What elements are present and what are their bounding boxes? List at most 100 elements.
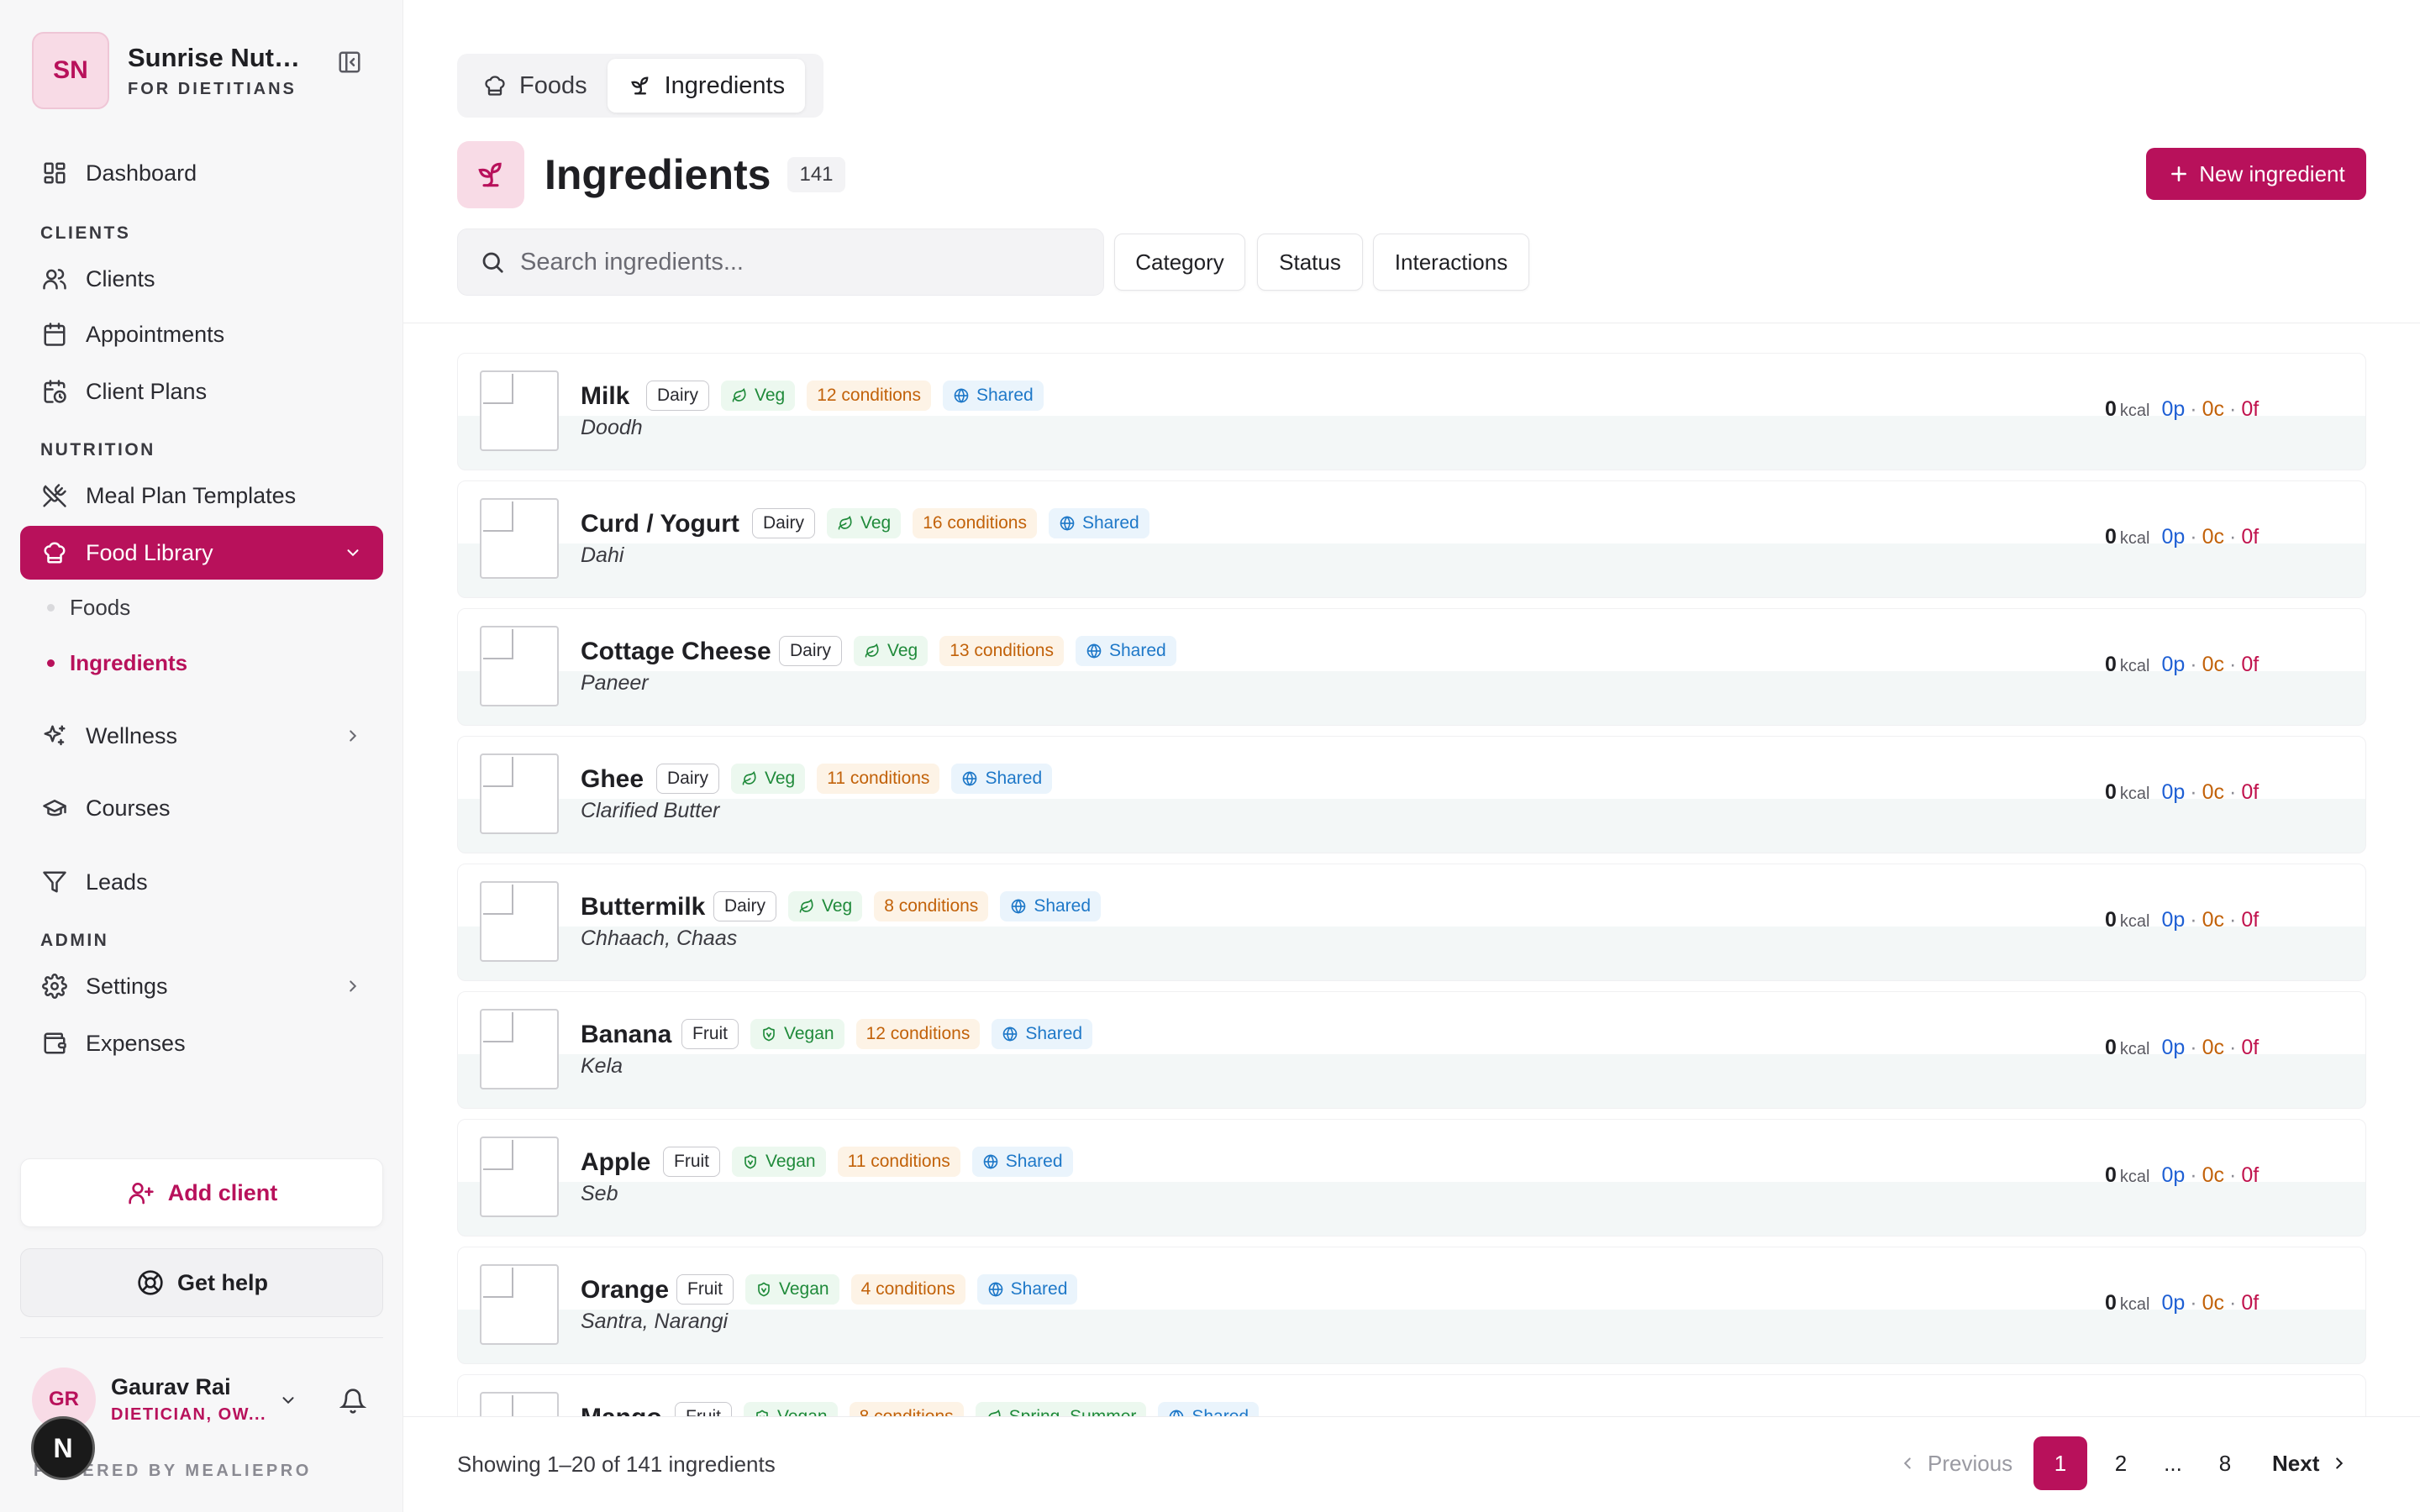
search-input[interactable]: [520, 248, 1075, 276]
globe-icon: [1086, 643, 1102, 659]
ingredient-row[interactable]: Ghee Dairy Veg 11 conditions Shared Clarified…: [457, 736, 2366, 853]
page-button-1[interactable]: 1: [2033, 1436, 2087, 1490]
protein-value: 0p: [2161, 525, 2186, 549]
ingredient-image: [480, 498, 559, 579]
sidebar-item-leads[interactable]: Leads: [20, 855, 383, 909]
dashboard-icon: [40, 159, 69, 187]
ingredient-name[interactable]: Apple: [581, 1148, 650, 1177]
ingredient-name[interactable]: Milk: [581, 382, 629, 411]
ingredient-row[interactable]: Orange Fruit Vegan 4 conditions Shared Santra…: [457, 1247, 2366, 1364]
fat-value: 0f: [2241, 1036, 2260, 1059]
separator-dot: ·: [2190, 653, 2197, 676]
shared-badge: Shared: [971, 1147, 1073, 1177]
ingredient-alias: Doodh: [581, 416, 643, 439]
shared-label: Shared: [1005, 1152, 1063, 1171]
interactions-filter-button[interactable]: Interactions: [1373, 234, 1529, 291]
carbs-value: 0c: [2202, 780, 2225, 804]
ingredient-name[interactable]: Banana: [581, 1021, 671, 1049]
ingredient-name[interactable]: Ghee: [581, 765, 644, 794]
n-badge[interactable]: N: [31, 1416, 95, 1480]
leaf-icon: [798, 898, 815, 915]
conditions-badge: 4 conditions: [850, 1274, 965, 1305]
sidebar-item-label: Meal Plan Templates: [86, 482, 297, 508]
kcal-unit: kcal: [2119, 402, 2150, 420]
add-client-button[interactable]: Add client: [20, 1158, 383, 1227]
ingredient-name[interactable]: Buttermilk: [581, 893, 705, 921]
separator-dot: ·: [2190, 1036, 2197, 1059]
ingredient-name[interactable]: Orange: [581, 1276, 669, 1305]
sidebar-subitem-foods[interactable]: Foods: [47, 586, 130, 628]
shared-label: Shared: [1010, 1279, 1068, 1299]
add-client-label: Add client: [167, 1179, 278, 1205]
tab-foods[interactable]: Foods: [462, 59, 608, 113]
ingredient-alias: Dahi: [581, 543, 624, 567]
ingredient-row[interactable]: Buttermilk Dairy Veg 8 conditions Shared Chha…: [457, 864, 2366, 981]
ingredient-name[interactable]: Mango: [581, 1404, 662, 1416]
separator-dot: ·: [2229, 780, 2237, 804]
previous-label: Previous: [1928, 1450, 2013, 1476]
ingredient-row[interactable]: Mango Fruit Vegan 8 conditions Spring, Summe…: [457, 1374, 2366, 1416]
ingredient-row[interactable]: Milk Dairy Veg 12 conditions Shared Doodh 0 kca…: [457, 353, 2366, 470]
protein-value: 0p: [2161, 397, 2186, 421]
sidebar-item-client-plans[interactable]: Client Plans: [20, 365, 383, 418]
category-filter-button[interactable]: Category: [1114, 234, 1245, 291]
macro-summary: 0 kcal 0p · 0c · 0f: [2105, 1163, 2259, 1188]
bell-icon[interactable]: [336, 1384, 370, 1418]
sidebar-item-clients[interactable]: Clients: [20, 252, 383, 306]
sidebar-subitem-ingredients[interactable]: Ingredients: [47, 642, 187, 684]
ingredient-image: [480, 1392, 559, 1416]
search-field[interactable]: [457, 228, 1104, 296]
user-plus-icon: [126, 1178, 156, 1208]
ingredient-row[interactable]: Apple Fruit Vegan 11 conditions Shared Seb 0 kc…: [457, 1119, 2366, 1236]
kcal-value: 0: [2105, 653, 2117, 676]
ingredient-badges: Dairy Veg 12 conditions Shared: [646, 381, 1055, 411]
kcal-unit: kcal: [2119, 1040, 2150, 1058]
kcal-unit: kcal: [2119, 1168, 2150, 1186]
collapse-sidebar-icon[interactable]: [333, 45, 366, 79]
ingredient-row[interactable]: Banana Fruit Vegan 12 conditions Shared Kela 0…: [457, 991, 2366, 1109]
page-button-8[interactable]: 8: [2198, 1436, 2252, 1490]
page-button-2[interactable]: 2: [2094, 1436, 2148, 1490]
sidebar-item-dashboard[interactable]: Dashboard: [20, 146, 383, 200]
protein-value: 0p: [2161, 780, 2186, 804]
get-help-button[interactable]: Get help: [20, 1248, 383, 1317]
tab-label: Foods: [519, 71, 587, 99]
ingredient-row[interactable]: Cottage Cheese Dairy Veg 13 conditions Share…: [457, 608, 2366, 726]
fat-value: 0f: [2241, 653, 2260, 676]
separator-dot: ·: [2229, 525, 2237, 549]
sidebar-item-expenses[interactable]: Expenses: [20, 1016, 383, 1070]
conditions-badge: 13 conditions: [939, 636, 1064, 666]
ingredient-alias: Paneer: [581, 671, 649, 695]
sidebar-item-meal-plan-templates[interactable]: Meal Plan Templates: [20, 469, 383, 522]
sidebar-item-settings[interactable]: Settings: [20, 959, 383, 1013]
ingredient-name[interactable]: Cottage Cheese: [581, 638, 771, 666]
sidebar-item-food-library[interactable]: Food Library: [20, 526, 383, 580]
sidebar-item-label: Appointments: [86, 321, 225, 347]
sidebar-item-label: Food Library: [86, 539, 213, 565]
brand[interactable]: SN Sunrise Nutr... FOR DIETITIANS: [32, 32, 304, 109]
ingredient-alias: Chhaach, Chaas: [581, 927, 738, 950]
chevron-right-icon: [341, 724, 365, 748]
protein-value: 0p: [2161, 908, 2186, 932]
previous-page-button[interactable]: Previous: [1897, 1436, 2012, 1490]
brand-avatar: SN: [32, 32, 109, 109]
ingredient-name[interactable]: Curd / Yogurt: [581, 510, 739, 538]
status-filter-button[interactable]: Status: [1257, 234, 1363, 291]
conditions-badge: 12 conditions: [855, 1019, 981, 1049]
sidebar: SN Sunrise Nutr... FOR DIETITIANS Dashbo…: [0, 0, 403, 1512]
separator-dot: ·: [2190, 525, 2197, 549]
carbs-value: 0c: [2202, 525, 2225, 549]
sidebar-item-label: Client Plans: [86, 378, 208, 404]
sidebar-item-courses[interactable]: Courses: [20, 781, 383, 835]
section-label-clients: CLIENTS: [40, 223, 131, 243]
category-badge: Dairy: [779, 636, 843, 666]
conditions-badge: 11 conditions: [837, 1147, 960, 1177]
next-page-button[interactable]: Next: [2272, 1436, 2349, 1490]
chef-hat-icon: [482, 73, 508, 98]
ingredient-row[interactable]: Curd / Yogurt Dairy Veg 16 conditions Shared…: [457, 480, 2366, 598]
new-ingredient-button[interactable]: New ingredient: [2146, 148, 2366, 200]
tab-ingredients[interactable]: Ingredients: [607, 59, 806, 113]
sidebar-item-appointments[interactable]: Appointments: [20, 307, 383, 361]
brand-name: Sunrise Nutr...: [128, 42, 304, 72]
sidebar-item-wellness[interactable]: Wellness: [20, 709, 383, 763]
